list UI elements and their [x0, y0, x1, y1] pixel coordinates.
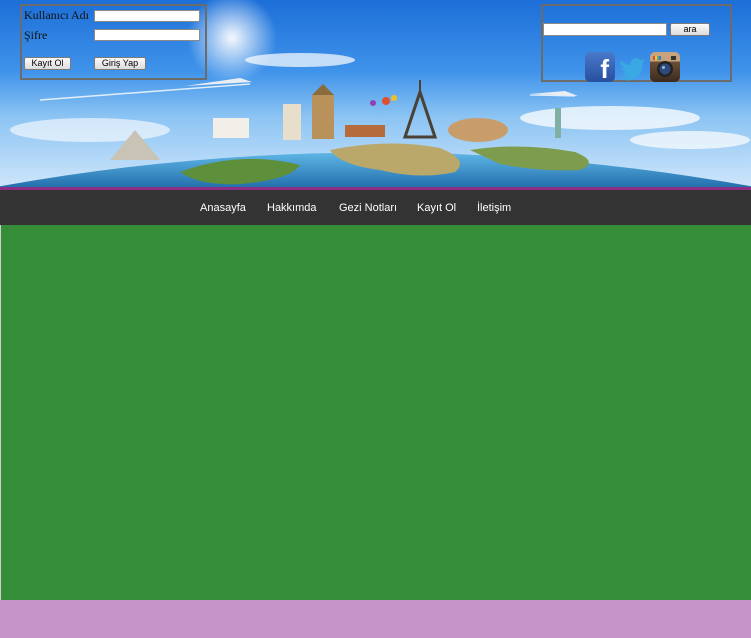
- nav-item-iletisim[interactable]: İletişim: [477, 202, 511, 214]
- password-field[interactable]: [94, 29, 200, 41]
- nav-item-hakkimda[interactable]: Hakkımda: [267, 202, 317, 214]
- password-label: Şifre: [24, 28, 48, 42]
- search-button[interactable]: ara: [670, 23, 710, 36]
- header-banner: Kullanıcı Adı Şifre Kayıt Ol Giriş Yap a…: [0, 0, 751, 188]
- main-content: [0, 225, 751, 600]
- main-nav: Anasayfa Hakkımda Gezi Notları Kayıt Ol …: [0, 190, 751, 225]
- search-box: ara f: [541, 4, 732, 84]
- nav-item-kayit-ol[interactable]: Kayıt Ol: [417, 202, 456, 214]
- username-field[interactable]: [94, 10, 200, 22]
- nav-item-gezi-notlari[interactable]: Gezi Notları: [339, 202, 397, 214]
- register-button[interactable]: Kayıt Ol: [24, 57, 71, 70]
- facebook-icon[interactable]: f: [585, 52, 615, 84]
- login-button[interactable]: Giriş Yap: [94, 57, 146, 70]
- instagram-icon[interactable]: [650, 52, 680, 82]
- search-input[interactable]: [543, 23, 667, 36]
- twitter-icon[interactable]: [617, 52, 647, 82]
- login-box: Kullanıcı Adı Şifre Kayıt Ol Giriş Yap: [20, 4, 207, 80]
- footer: [0, 600, 751, 638]
- username-label: Kullanıcı Adı: [24, 8, 89, 22]
- instagram-camera-glyph: [653, 56, 676, 77]
- twitter-bird-glyph: [619, 58, 644, 81]
- nav-item-anasayfa[interactable]: Anasayfa: [200, 202, 246, 214]
